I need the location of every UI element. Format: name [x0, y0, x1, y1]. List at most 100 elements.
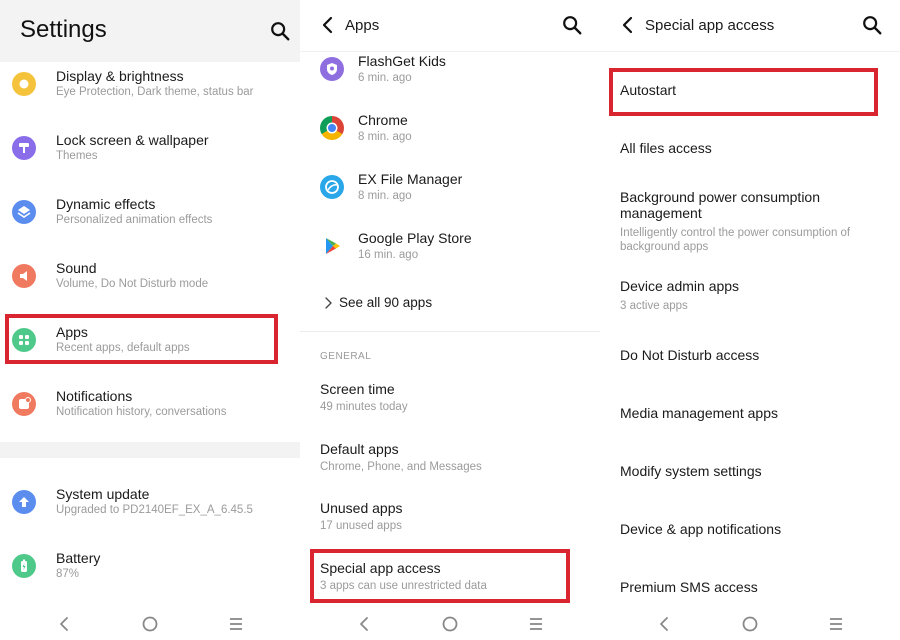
back-arrow-icon[interactable] — [318, 15, 338, 35]
settings-item-title: Sound — [56, 260, 97, 276]
access-item-title: Media management apps — [620, 405, 778, 421]
back-nav-icon[interactable] — [652, 612, 676, 636]
bell-icon — [12, 392, 36, 416]
settings-group-main: Display & brightness Eye Protection, Dar… — [0, 62, 300, 442]
settings-item-lock-screen[interactable]: Lock screen & wallpaper Themes — [0, 130, 300, 186]
settings-item-sound[interactable]: Sound Volume, Do Not Disturb mode — [0, 258, 300, 314]
menu-nav-icon[interactable] — [824, 612, 848, 636]
section-header: GENERAL — [320, 351, 372, 362]
speaker-icon — [12, 264, 36, 288]
divider — [300, 331, 600, 332]
access-item-device-admin[interactable]: Device admin apps 3 active apps — [600, 278, 900, 318]
page-title: Apps — [345, 17, 380, 34]
special-access-header: Special app access — [600, 0, 900, 52]
general-item-unused-apps[interactable]: Unused apps 17 unused apps — [300, 500, 600, 550]
screens: Settings Display & brightness Eye Protec… — [0, 0, 900, 640]
settings-item-title: Dynamic effects — [56, 196, 156, 212]
settings-item-title: Battery — [56, 550, 101, 566]
settings-screen: Settings Display & brightness Eye Protec… — [0, 0, 300, 640]
settings-item-system-update[interactable]: System update Upgraded to PD2140EF_EX_A_… — [0, 484, 300, 540]
ex-file-manager-icon — [320, 175, 344, 199]
navigation-bar — [0, 608, 300, 640]
access-item-do-not-disturb[interactable]: Do Not Disturb access — [600, 347, 900, 377]
settings-item-subtitle: Notification history, conversations — [56, 406, 227, 418]
autostart-highlight-box — [609, 68, 878, 116]
access-item-title: Do Not Disturb access — [620, 347, 760, 363]
general-item-subtitle: Chrome, Phone, and Messages — [320, 461, 482, 473]
play-store-icon — [320, 234, 344, 258]
access-item-title: Device & app notifications — [620, 521, 782, 537]
settings-item-dynamic-effects[interactable]: Dynamic effects Personalized animation e… — [0, 194, 300, 250]
settings-item-notifications[interactable]: Notifications Notification history, conv… — [0, 386, 300, 442]
chevron-right-icon — [325, 297, 332, 309]
special-app-access-screen: Special app access Autostart All files a… — [600, 0, 900, 640]
flashget-kids-icon — [320, 57, 344, 81]
general-item-subtitle: 49 minutes today — [320, 401, 408, 413]
settings-item-subtitle: Upgraded to PD2140EF_EX_A_6.45.5 — [56, 504, 253, 516]
settings-item-subtitle: Eye Protection, Dark theme, status bar — [56, 86, 254, 98]
settings-item-subtitle: Volume, Do Not Disturb mode — [56, 278, 209, 290]
settings-item-subtitle: Personalized animation effects — [56, 214, 213, 226]
app-last-used: 6 min. ago — [358, 72, 412, 84]
search-icon[interactable] — [561, 14, 583, 36]
settings-item-battery[interactable]: Battery 87% — [0, 548, 300, 604]
layers-icon — [12, 200, 36, 224]
home-nav-icon[interactable] — [438, 612, 462, 636]
access-item-all-files[interactable]: All files access — [600, 140, 900, 170]
general-item-title: Default apps — [320, 441, 399, 457]
apps-highlight-box — [5, 314, 278, 364]
see-all-label: See all 90 apps — [339, 295, 433, 310]
access-item-device-app-notifications[interactable]: Device & app notifications — [600, 521, 900, 551]
page-title: Settings — [20, 16, 107, 43]
search-icon[interactable] — [269, 20, 291, 42]
settings-header: Settings — [0, 0, 300, 62]
menu-nav-icon[interactable] — [224, 612, 248, 636]
access-item-title: Background power consumption management — [620, 189, 821, 221]
home-nav-icon[interactable] — [138, 612, 162, 636]
app-name: Google Play Store — [358, 230, 472, 246]
recent-app-row[interactable]: Google Play Store 16 min. ago — [300, 230, 600, 280]
settings-item-title: Display & brightness — [56, 68, 184, 84]
recent-app-row[interactable]: FlashGet Kids 6 min. ago — [300, 53, 600, 103]
app-last-used: 16 min. ago — [358, 249, 419, 261]
app-last-used: 8 min. ago — [358, 131, 412, 143]
navigation-bar — [300, 608, 600, 640]
general-item-default-apps[interactable]: Default apps Chrome, Phone, and Messages — [300, 441, 600, 491]
update-arrow-icon — [12, 490, 36, 514]
app-name: EX File Manager — [358, 171, 463, 187]
battery-icon — [12, 554, 36, 578]
apps-header: Apps — [300, 0, 600, 52]
menu-nav-icon[interactable] — [524, 612, 548, 636]
page-title: Special app access — [645, 17, 775, 34]
back-nav-icon[interactable] — [352, 612, 376, 636]
access-item-title: Modify system settings — [620, 463, 762, 479]
settings-item-title: Notifications — [56, 388, 133, 404]
access-item-title: All files access — [620, 140, 712, 156]
settings-item-title: Lock screen & wallpaper — [56, 132, 209, 148]
access-item-media-management[interactable]: Media management apps — [600, 405, 900, 435]
settings-group-system: System update Upgraded to PD2140EF_EX_A_… — [0, 458, 300, 608]
home-nav-icon[interactable] — [738, 612, 762, 636]
settings-item-display[interactable]: Display & brightness Eye Protection, Dar… — [0, 66, 300, 122]
general-item-title: Screen time — [320, 381, 395, 397]
access-item-premium-sms[interactable]: Premium SMS access — [600, 579, 900, 603]
access-item-background-power[interactable]: Background power consumption management … — [600, 189, 900, 255]
settings-item-subtitle: 87% — [56, 568, 80, 580]
recent-app-row[interactable]: EX File Manager 8 min. ago — [300, 171, 600, 221]
back-arrow-icon[interactable] — [618, 15, 638, 35]
access-item-title: Device admin apps — [620, 278, 740, 294]
general-item-subtitle: 17 unused apps — [320, 520, 402, 532]
search-icon[interactable] — [861, 14, 883, 36]
settings-item-subtitle: Themes — [56, 150, 98, 162]
back-nav-icon[interactable] — [52, 612, 76, 636]
recent-app-row[interactable]: Chrome 8 min. ago — [300, 112, 600, 162]
app-name: Chrome — [358, 112, 408, 128]
sun-icon — [12, 72, 36, 96]
chrome-icon — [320, 116, 344, 140]
general-item-title: Unused apps — [320, 500, 403, 516]
access-item-subtitle: 3 active apps — [620, 300, 688, 312]
settings-item-title: System update — [56, 486, 150, 502]
navigation-bar — [600, 608, 900, 640]
general-item-screen-time[interactable]: Screen time 49 minutes today — [300, 381, 600, 431]
access-item-modify-system-settings[interactable]: Modify system settings — [600, 463, 900, 493]
